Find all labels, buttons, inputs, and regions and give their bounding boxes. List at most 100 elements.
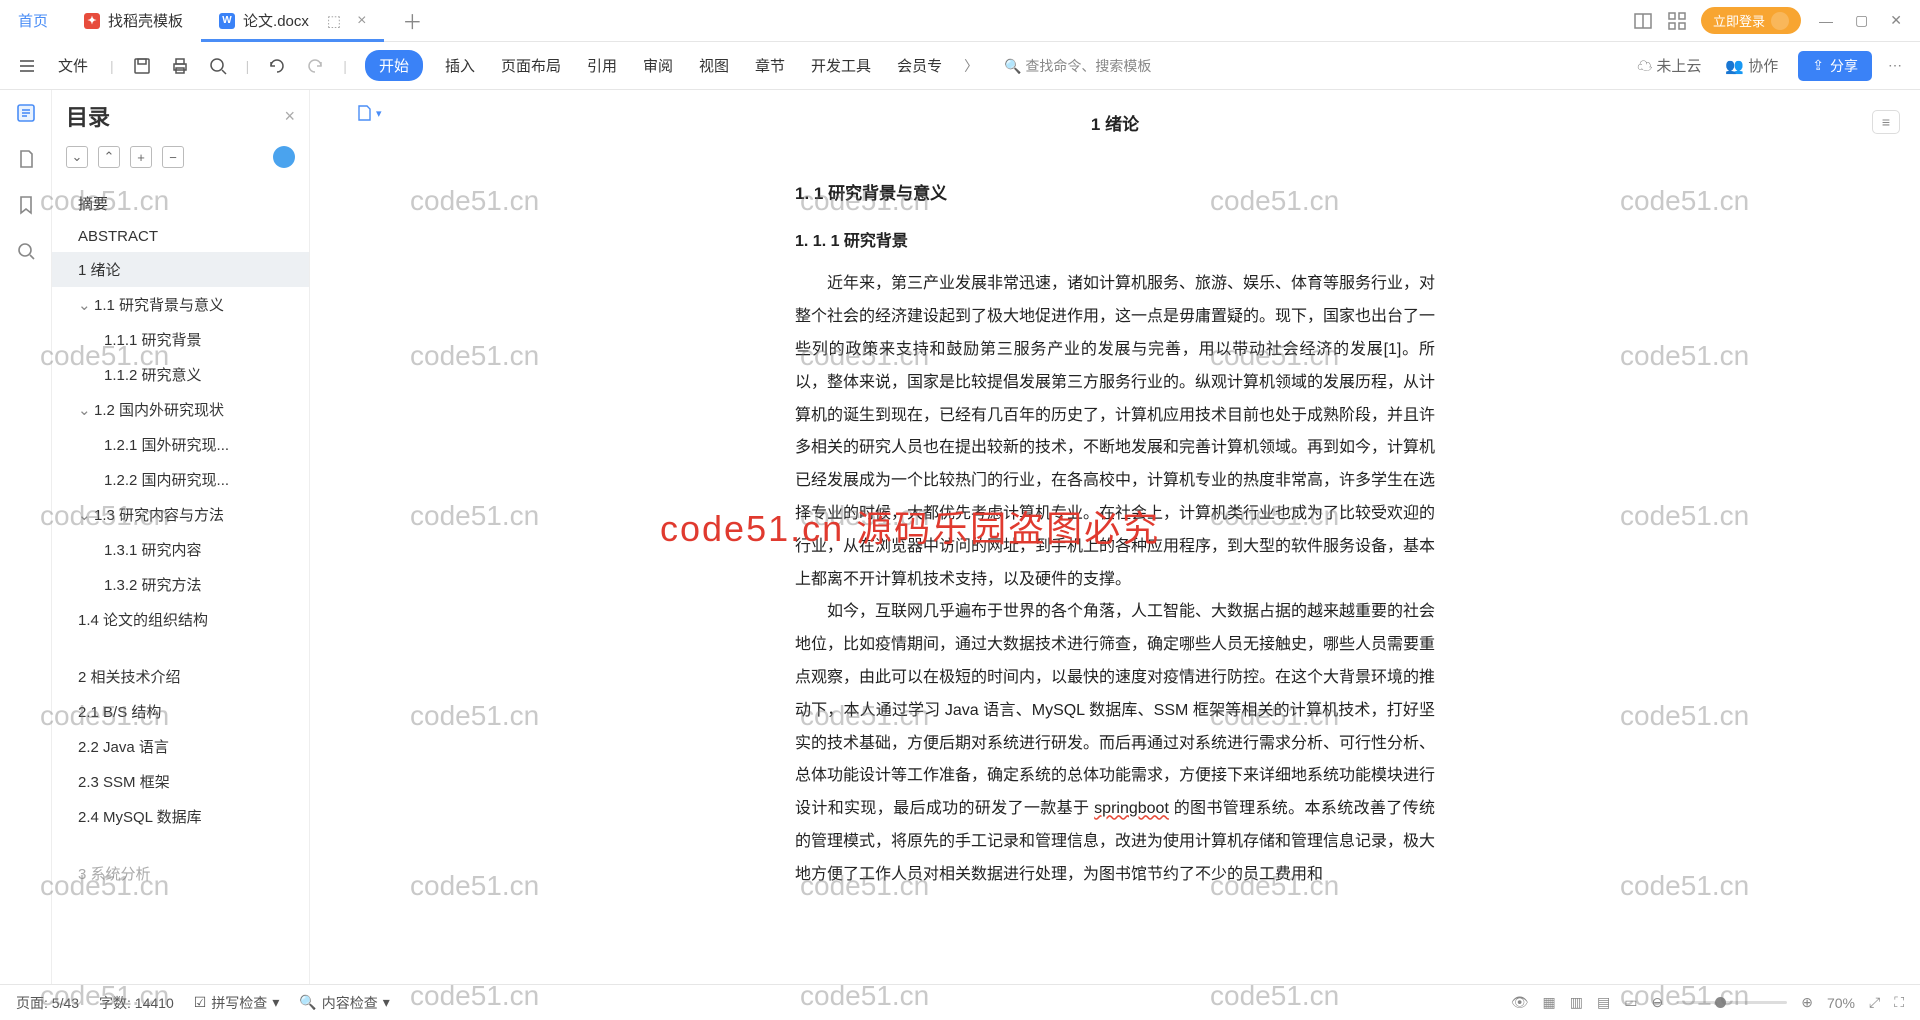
toc-item[interactable]: 2.4 MySQL 数据库 (52, 799, 309, 834)
chevron-down-icon[interactable]: ⌄ (78, 296, 92, 314)
zoom-value[interactable]: 70% (1827, 995, 1855, 1011)
toc-item[interactable]: 1 绪论 (52, 252, 309, 287)
collaboration-button[interactable]: 👥 协作 (1721, 49, 1782, 82)
view-print-icon[interactable]: ▥ (1570, 994, 1583, 1011)
redo-icon[interactable] (305, 56, 325, 76)
toc-item[interactable]: 1.1.1 研究背景 (52, 322, 309, 357)
close-icon[interactable]: × (357, 12, 366, 30)
zoom-in-icon[interactable]: ⊕ (1801, 994, 1813, 1011)
toc-item[interactable]: 3 系统分析 (52, 856, 309, 891)
more-menu-icon[interactable]: ⋯ (1888, 57, 1902, 74)
login-button[interactable]: 立即登录 (1701, 7, 1801, 34)
zoom-out-icon[interactable]: ⊖ (1651, 994, 1663, 1011)
avatar-icon (1771, 12, 1789, 30)
menu-start[interactable]: 开始 (365, 50, 423, 81)
outline-toggle-icon[interactable] (15, 102, 37, 124)
toc-item[interactable]: 1.3.2 研究方法 (52, 567, 309, 602)
expand-all-icon[interactable]: ⌃ (98, 146, 120, 168)
content-check-toggle[interactable]: 🔍 内容检查 ▾ (299, 993, 389, 1013)
toc-item[interactable]: 2.3 SSM 框架 (52, 764, 309, 799)
tab-template[interactable]: ✦ 找稻壳模板 (66, 0, 201, 42)
more-icon[interactable]: 〉 (964, 56, 978, 76)
minimize-icon[interactable]: — (1815, 9, 1837, 33)
page-indicator[interactable]: 页面: 5/43 (16, 993, 79, 1013)
document-area: ▾ ≡ 1 绪论 1. 1 研究背景与意义 1. 1. 1 研究背景 近年来，第… (310, 90, 1920, 984)
toc-item[interactable]: 摘要 (52, 186, 309, 221)
hamburger-icon[interactable] (18, 57, 36, 75)
outline-panel: 目录 × ⌄ ⌃ + − 摘要ABSTRACT1 绪论⌄1.1 研究背景与意义1… (52, 90, 310, 984)
print-icon[interactable] (170, 56, 190, 76)
tab-pin-icon[interactable]: ⬚ (327, 12, 341, 30)
search-commands[interactable]: 🔍 查找命令、搜索模板 (1004, 56, 1151, 76)
document-page[interactable]: 1 绪论 1. 1 研究背景与意义 1. 1. 1 研究背景 近年来，第三产业发… (755, 90, 1475, 984)
menu-reference[interactable]: 引用 (583, 49, 621, 82)
toc-item[interactable]: 1.2.1 国外研究现... (52, 427, 309, 462)
zoom-thumb[interactable] (1715, 997, 1726, 1008)
toc-item[interactable]: ⌄1.1 研究背景与意义 (52, 287, 309, 322)
preview-icon[interactable] (208, 56, 228, 76)
close-window-icon[interactable]: ✕ (1886, 8, 1906, 33)
toc-item[interactable]: 2 相关技术介绍 (52, 659, 309, 694)
zoom-slider[interactable] (1677, 1001, 1787, 1004)
spell-check-toggle[interactable]: ☑ 拼写检查 ▾ (194, 993, 280, 1013)
view-outline-icon[interactable]: ▤ (1597, 994, 1610, 1011)
menu-devtools[interactable]: 开发工具 (807, 49, 875, 82)
maximize-icon[interactable]: ▢ (1851, 8, 1872, 33)
toc-item[interactable]: 1.4 论文的组织结构 (52, 602, 309, 637)
collapse-all-icon[interactable]: ⌄ (66, 146, 88, 168)
save-icon[interactable] (132, 56, 152, 76)
tab-label: 论文.docx (243, 10, 309, 31)
paragraph: 近年来，第三产业发展非常迅速，诸如计算机服务、旅游、娱乐、体育等服务行业，对整个… (795, 268, 1435, 596)
paragraph: 如今，互联网几乎遍布于世界的各个角落，人工智能、大数据占据的越来越重要的社会地位… (795, 596, 1435, 891)
remove-item-icon[interactable]: − (162, 146, 184, 168)
cloud-status[interactable]: ☁ 未上云 (1633, 49, 1705, 82)
toc-item[interactable]: 1.2.2 国内研究现... (52, 462, 309, 497)
new-tab-button[interactable]: ＋ (384, 0, 440, 42)
toc-item[interactable]: 1.1.2 研究意义 (52, 357, 309, 392)
page-icon[interactable] (15, 148, 37, 170)
menu-review[interactable]: 审阅 (639, 49, 677, 82)
word-count[interactable]: 字数: 14410 (99, 993, 174, 1013)
add-item-icon[interactable]: + (130, 146, 152, 168)
toc-item[interactable]: ⌄1.3 研究内容与方法 (52, 497, 309, 532)
toc-item[interactable]: ABSTRACT (52, 221, 309, 252)
menu-layout[interactable]: 页面布局 (497, 49, 565, 82)
grid-icon[interactable] (1667, 11, 1687, 31)
template-icon: ✦ (84, 13, 100, 29)
outline-tools: ⌄ ⌃ + − (52, 142, 309, 178)
close-panel-icon[interactable]: × (284, 106, 295, 127)
toc-label: 1.2.1 国外研究现... (104, 434, 229, 455)
search-placeholder: 查找命令、搜索模板 (1025, 58, 1151, 74)
fit-width-icon[interactable]: ⤢ (1869, 994, 1880, 1011)
toc-label: 1.4 论文的组织结构 (78, 609, 208, 630)
collapse-pane-icon[interactable]: ≡ (1872, 110, 1900, 134)
toc-item[interactable]: 2.2 Java 语言 (52, 729, 309, 764)
fullscreen-icon[interactable]: ⛶ (1894, 994, 1904, 1011)
tab-label: 找稻壳模板 (108, 10, 183, 31)
menu-chapter[interactable]: 章节 (751, 49, 789, 82)
share-button[interactable]: ⇪分享 (1798, 51, 1872, 81)
toc-item[interactable]: ⌄1.2 国内外研究现状 (52, 392, 309, 427)
menu-view[interactable]: 视图 (695, 49, 733, 82)
chevron-down-icon[interactable]: ⌄ (78, 401, 92, 419)
toc-item[interactable]: 2.1 B/S 结构 (52, 694, 309, 729)
assistant-icon[interactable] (273, 146, 295, 168)
menu-member[interactable]: 会员专 (893, 49, 946, 82)
spell-error: springboot (1094, 800, 1169, 817)
menu-insert[interactable]: 插入 (441, 49, 479, 82)
bookmark-icon[interactable] (15, 194, 37, 216)
view-web-icon[interactable]: ▦ (1543, 994, 1556, 1011)
eye-icon[interactable]: 👁 (1511, 994, 1529, 1011)
layout-icon[interactable] (1633, 11, 1653, 31)
chevron-down-icon[interactable]: ⌄ (78, 506, 92, 524)
share-label: 分享 (1830, 56, 1858, 76)
page-tool-icon[interactable]: ▾ (356, 104, 382, 122)
search-rail-icon[interactable] (15, 240, 37, 262)
toc-label: 摘要 (78, 193, 108, 214)
tab-home[interactable]: 首页 (0, 0, 66, 42)
undo-icon[interactable] (267, 56, 287, 76)
menu-file[interactable]: 文件 (54, 49, 92, 82)
tab-document[interactable]: W 论文.docx ⬚ × (201, 0, 384, 42)
view-read-icon[interactable]: ▭ (1624, 994, 1637, 1011)
toc-item[interactable]: 1.3.1 研究内容 (52, 532, 309, 567)
